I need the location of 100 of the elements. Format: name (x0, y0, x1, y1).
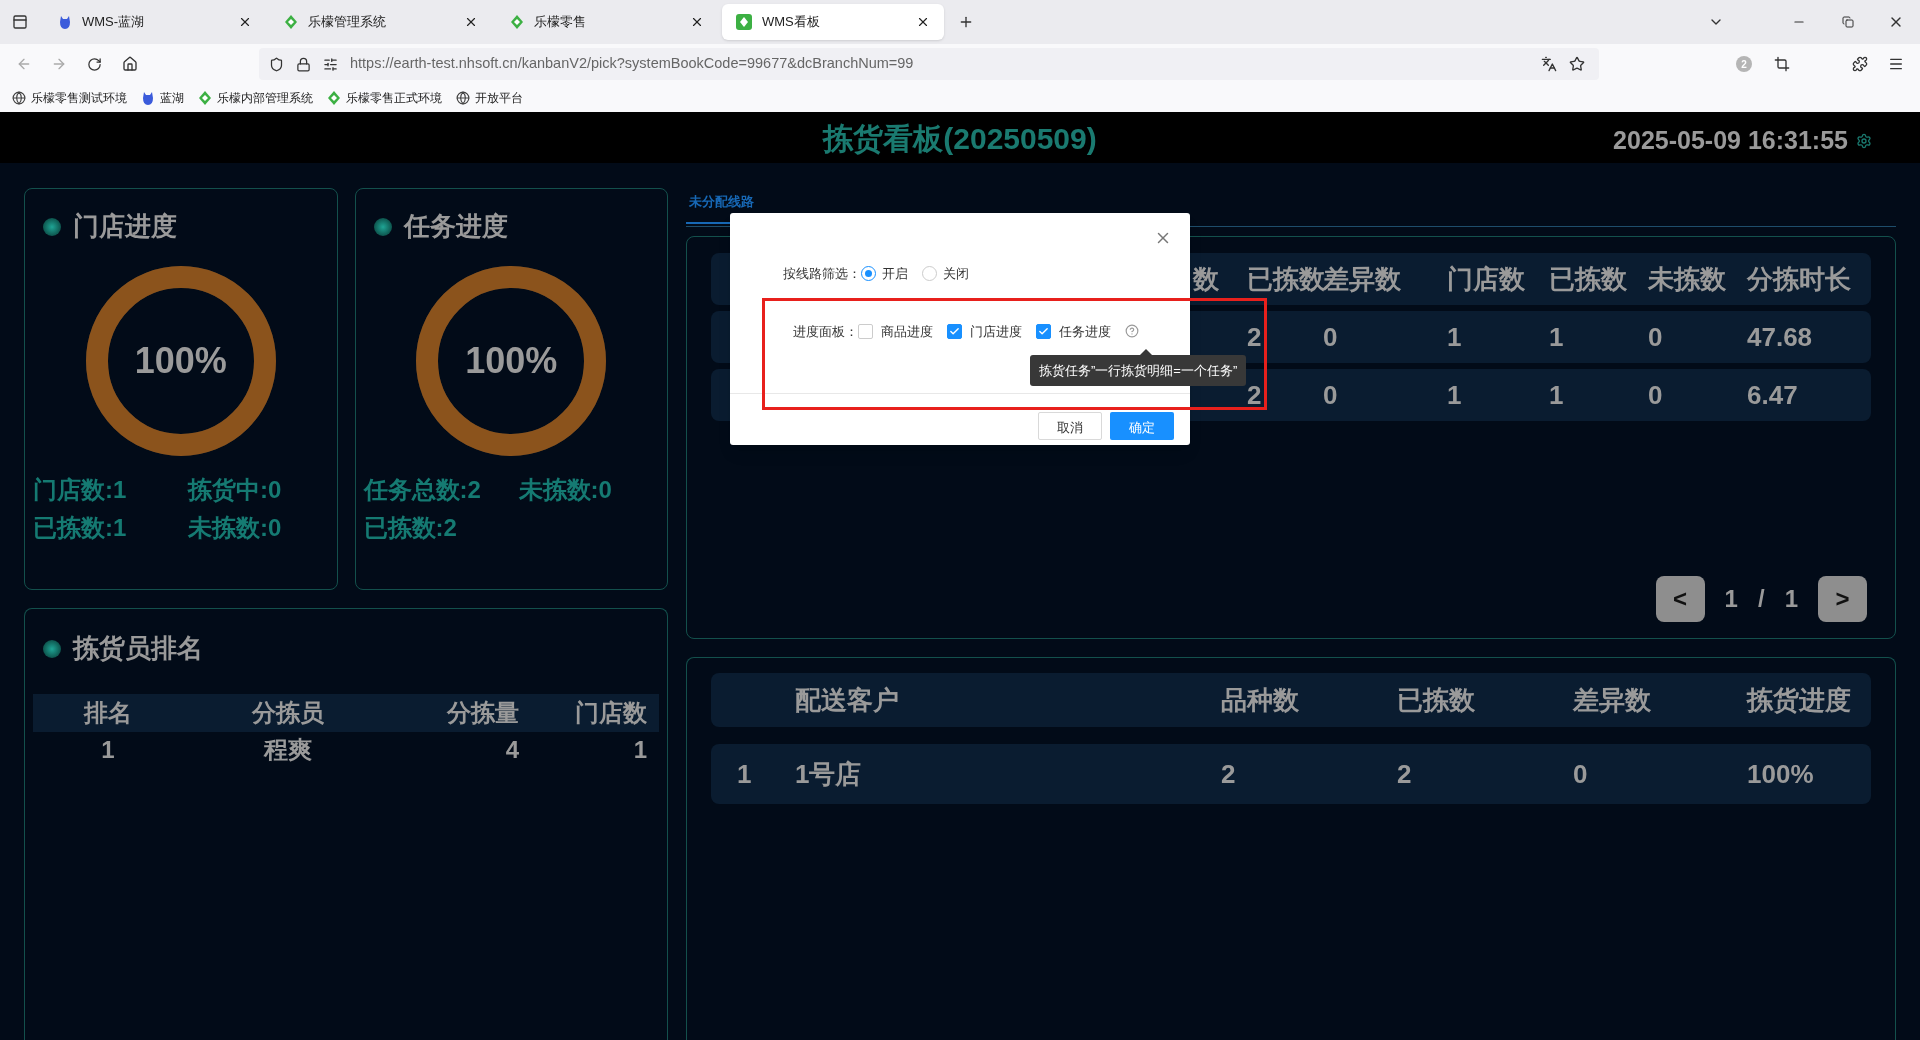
board-title: 拣货看板(20250509) (823, 120, 1097, 157)
radio-option[interactable]: 关闭 (922, 264, 969, 284)
table-cell-text: 1 (632, 735, 648, 765)
tab-title: 乐檬零售 (534, 13, 587, 32)
checkbox[interactable] (1036, 323, 1051, 339)
figure-icon (141, 90, 155, 106)
help-icon[interactable] (1125, 324, 1139, 339)
translate-icon[interactable] (1541, 56, 1557, 72)
shield-icon[interactable] (269, 56, 284, 72)
page-separator: / (1757, 584, 1765, 614)
page-total: 1 (1784, 584, 1798, 614)
column-header: 门店数 (1447, 262, 1526, 296)
bookmark-item[interactable]: 乐檬零售正式环境 (327, 89, 442, 107)
table-cell-text: 1 (1549, 378, 1565, 412)
table-cell-text: 1 (1447, 378, 1463, 412)
panel-title: 拣货员排名 (73, 632, 203, 665)
column-header: 差异数 (1573, 683, 1652, 717)
table-cell-text: 0 (1648, 320, 1664, 354)
table-cell-text: 1 (1549, 320, 1565, 354)
stat-label: 未拣数:0 (518, 475, 613, 505)
restore-icon[interactable] (1842, 16, 1854, 28)
panel-title: 门店进度 (73, 210, 177, 243)
globe-icon (12, 91, 26, 105)
settings-icon[interactable] (1856, 132, 1872, 149)
next-page-button[interactable]: > (1818, 576, 1867, 622)
panel-title: 任务进度 (403, 210, 508, 243)
bookmark-item[interactable]: 蓝湖 (141, 89, 184, 107)
bookmark-item[interactable]: 乐檬零售测试环境 (12, 89, 127, 107)
stat-label: 任务总数:2 (363, 475, 482, 505)
browser-tab[interactable]: 乐檬零售 (496, 4, 718, 40)
table-cell-text: 1 (100, 735, 116, 765)
crop-icon[interactable] (1774, 56, 1790, 72)
tab-title: 乐檬管理系统 (308, 13, 387, 32)
checkbox-option[interactable]: 门店进度 (947, 321, 1022, 341)
column-header: 排名 (82, 698, 133, 728)
column-header: 分拣量 (445, 698, 520, 728)
browser-tab[interactable]: 乐檬管理系统 (270, 4, 492, 40)
column-header: 门店数 (574, 698, 648, 728)
close-icon[interactable] (238, 15, 252, 29)
reload-icon[interactable] (87, 56, 102, 72)
address-field[interactable]: https://earth-test.nhsoft.cn/kanbanV2/pick?systemBookCode=99677&dcBranchNum=99 (259, 48, 1599, 80)
lock-icon[interactable] (296, 56, 311, 72)
stat-label: 已拣数:1 (33, 513, 128, 543)
stat-label: 门店数:1 (33, 475, 128, 505)
checkbox[interactable] (858, 323, 873, 339)
browser-tab[interactable]: WMS-蓝湖 (44, 4, 266, 40)
checkbox[interactable] (947, 323, 962, 339)
table-cell-text: 0 (1323, 378, 1339, 412)
bookmark-item[interactable]: 乐檬内部管理系统 (198, 89, 313, 107)
tooltip: 拣货任务”一行拣货明细=一个任务” (1030, 355, 1247, 386)
close-icon[interactable] (916, 15, 930, 29)
check-icon (949, 325, 960, 337)
table-cell-text: 0 (1323, 320, 1339, 354)
star-icon[interactable] (1569, 56, 1585, 72)
column-header: 品种数 (1221, 683, 1300, 717)
url-text: https://earth-test.nhsoft.cn/kanbanV2/pick?systemBookCode=99677&dcBranchNum=99 (350, 54, 915, 74)
table-cell-text: 2 (1247, 378, 1263, 412)
home-icon[interactable] (122, 56, 138, 72)
column-header: 分拣员 (250, 698, 325, 728)
stat-label: 未拣数:0 (188, 513, 283, 543)
table-cell-text: 2 (1221, 757, 1237, 791)
table-cell-text: 0 (1573, 757, 1589, 791)
column-header: 未拣数 (1648, 262, 1727, 296)
globe-icon (456, 91, 470, 105)
table-cell-text: 程爽 (262, 735, 313, 765)
stat-label: 拣货中:0 (188, 475, 283, 505)
browser-tab[interactable]: WMS看板 (722, 4, 944, 40)
figure-icon (58, 14, 72, 30)
table-cell-text: 2 (1247, 320, 1263, 354)
permissions-icon[interactable] (323, 56, 338, 72)
column-header: 数 (1193, 262, 1220, 296)
column-header: 分拣时长 (1747, 262, 1852, 296)
percent-label: 100% (465, 339, 558, 383)
new-tab-icon[interactable] (958, 14, 974, 30)
column-header: 配送客户 (795, 683, 900, 717)
column-header: 拣货进度 (1747, 683, 1852, 717)
page-current: 1 (1724, 584, 1738, 614)
radio-option[interactable]: 开启 (861, 264, 908, 284)
extensions-icon[interactable] (1852, 56, 1868, 72)
previous-page-button[interactable]: < (1655, 576, 1705, 622)
table-cell-text: 0 (1648, 378, 1664, 412)
bookmark-item[interactable]: 开放平台 (456, 89, 523, 107)
cancel-button[interactable]: 取消 (1038, 412, 1102, 440)
date-time: 2025-05-09 16:31:55 (1613, 125, 1848, 156)
tab-list-icon[interactable] (12, 14, 28, 30)
menu-icon[interactable] (1888, 56, 1904, 72)
table-cell-text: 1号店 (795, 757, 863, 791)
table-cell-text: 2 (1397, 757, 1413, 791)
check-icon (1038, 325, 1049, 337)
table-cell-text: 47.68 (1747, 320, 1814, 354)
percent-label: 100% (134, 339, 227, 383)
table-cell-text: 4 (504, 735, 520, 765)
column-header: 差异数 (1323, 262, 1402, 296)
tab-title: WMS-蓝湖 (82, 13, 146, 32)
checkbox-option[interactable]: 任务进度 (1036, 321, 1111, 341)
checkbox-option[interactable]: 商品进度 (858, 321, 933, 341)
table-cell-text: 6.47 (1747, 378, 1799, 412)
tab-title: WMS看板 (762, 13, 821, 32)
close-icon[interactable] (690, 15, 704, 29)
close-icon[interactable] (464, 15, 478, 29)
